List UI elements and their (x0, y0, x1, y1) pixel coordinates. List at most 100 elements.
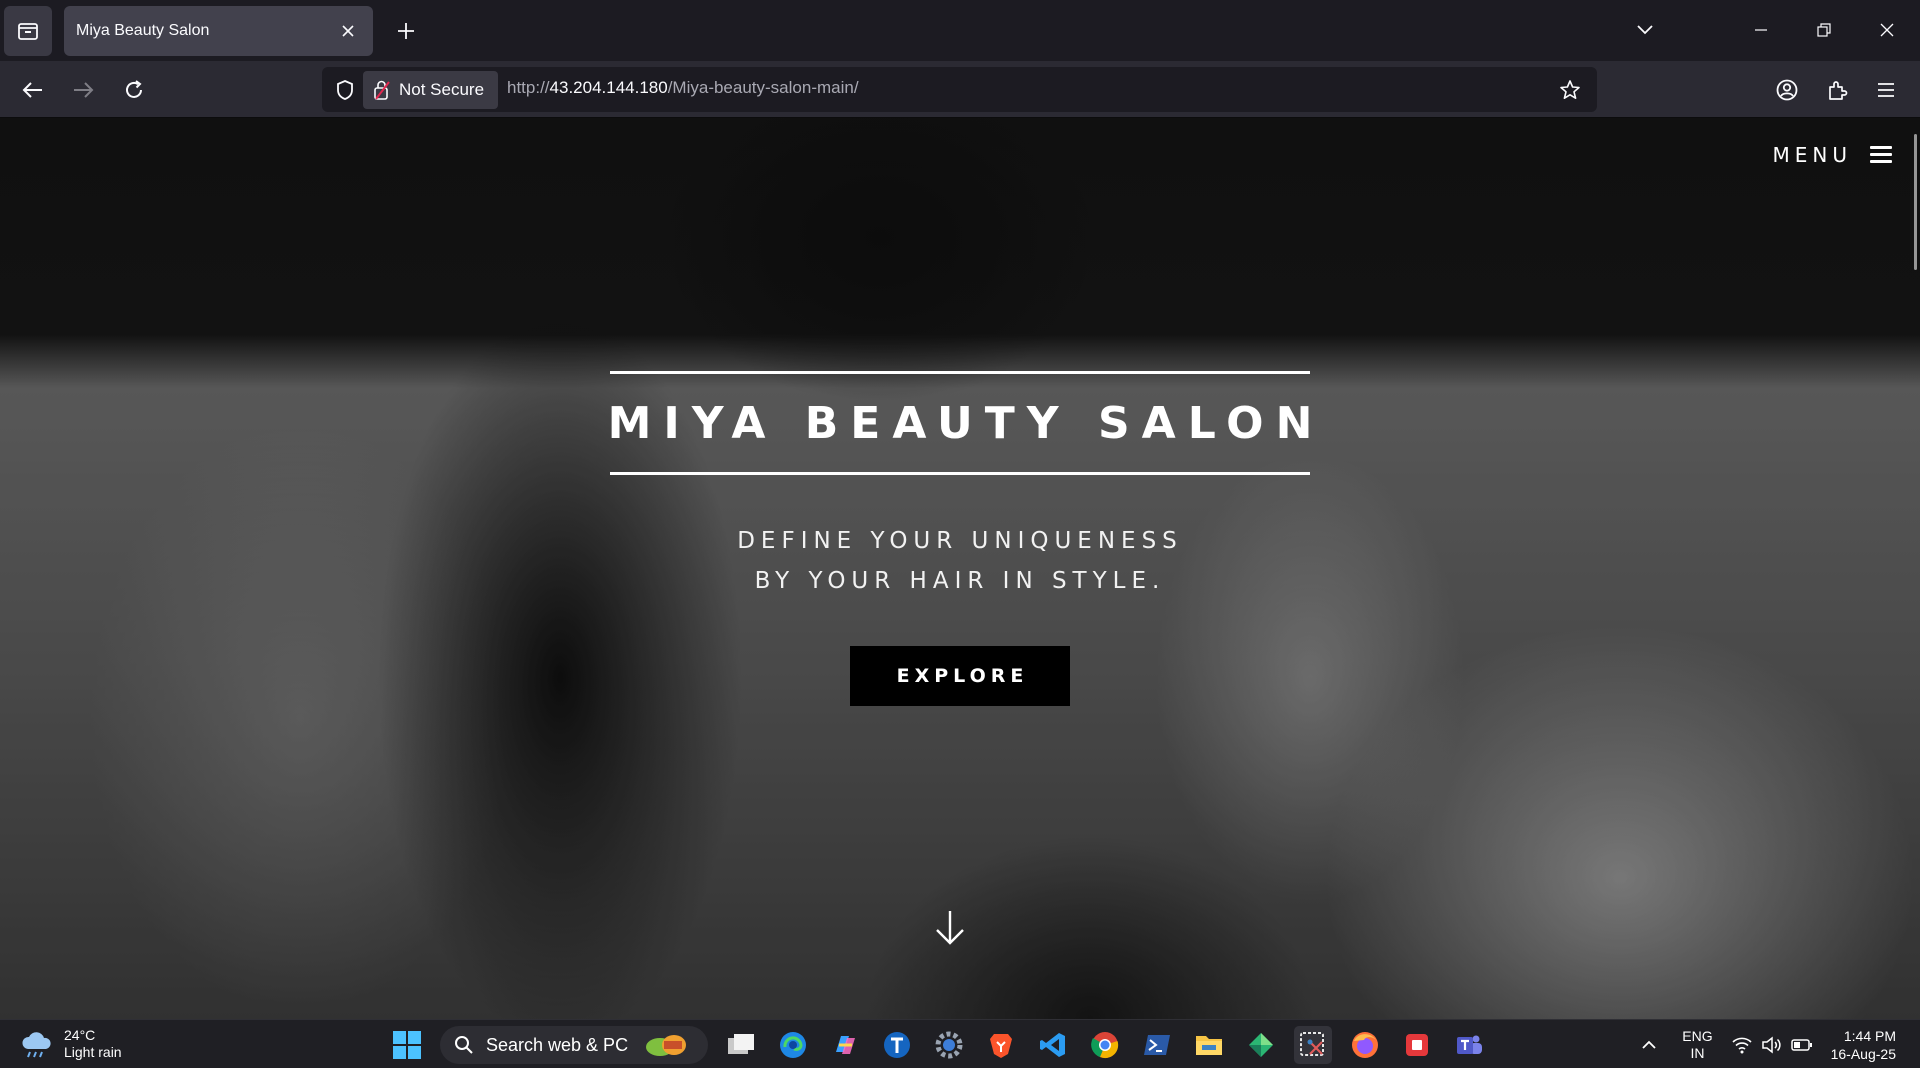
page-viewport: MENU MIYA BEAUTY SALON DEFINE YOUR UNIQU… (0, 118, 1920, 1019)
restore-icon (1817, 23, 1831, 37)
minimize-button[interactable] (1739, 10, 1783, 50)
task-view-button[interactable] (722, 1026, 760, 1064)
folder-icon (1196, 1036, 1222, 1055)
vscode-button[interactable] (1034, 1026, 1072, 1064)
rain-cloud-icon (22, 1032, 51, 1058)
url-prefix: http:// (507, 78, 550, 97)
reload-icon (126, 80, 142, 98)
tab-strip: Miya Beauty Salon (0, 0, 1920, 61)
t-app-icon (884, 1032, 910, 1058)
language-code: ENG (1682, 1028, 1713, 1044)
vscode-icon (1040, 1033, 1065, 1057)
wifi-icon[interactable] (1731, 1036, 1753, 1054)
arrow-down-icon (936, 911, 964, 945)
search-icon (455, 1036, 473, 1054)
teams-button[interactable] (1450, 1026, 1488, 1064)
t-app-button[interactable] (878, 1026, 916, 1064)
edge-button[interactable] (774, 1026, 812, 1064)
site-menu-button[interactable]: MENU (1772, 142, 1892, 167)
bookmark-button[interactable] (1555, 75, 1585, 105)
input-language-button[interactable]: ENG IN (1682, 1028, 1712, 1062)
firefox-view-button[interactable] (4, 6, 52, 56)
chrome-button[interactable] (1086, 1026, 1124, 1064)
snipping-tool-button[interactable] (1294, 1026, 1332, 1064)
clock-time: 1:44 PM (1843, 1028, 1896, 1044)
clock[interactable]: 1:44 PM 16-Aug-25 (1831, 1027, 1896, 1063)
volume-icon[interactable] (1761, 1036, 1783, 1054)
chevron-down-icon (1637, 25, 1653, 35)
system-tray: ENG IN 1:44 PM 16-Aug-25 (1630, 1024, 1920, 1066)
firefox-button[interactable] (1346, 1026, 1384, 1064)
hero-title: MIYA BEAUTY SALON (607, 397, 1325, 449)
app-menu-button[interactable] (1867, 71, 1905, 109)
extensions-button[interactable] (1818, 71, 1856, 109)
site-security-indicator[interactable]: Not Secure (363, 71, 498, 109)
powershell-icon (1144, 1035, 1170, 1055)
menu-label: MENU (1772, 142, 1852, 167)
url-path: /Miya-beauty-salon-main/ (667, 78, 859, 97)
copilot-button[interactable] (826, 1026, 864, 1064)
task-view-icon (728, 1034, 754, 1054)
navigation-toolbar: Not Secure http://43.204.144.180/Miya-be… (0, 61, 1920, 118)
clock-date: 16-Aug-25 (1830, 1046, 1896, 1062)
close-icon (1880, 23, 1894, 37)
minimize-icon (1755, 29, 1767, 31)
reload-button[interactable] (115, 71, 153, 109)
chevron-up-icon (1642, 1040, 1656, 1049)
tab-close-button[interactable] (335, 18, 361, 44)
taskbar-search[interactable]: Search web & PC (440, 1026, 708, 1064)
star-icon (1560, 80, 1580, 99)
tab-title: Miya Beauty Salon (76, 22, 210, 39)
weather-widget[interactable]: 24°C Light rain (20, 1027, 122, 1061)
presentation-icon (1406, 1034, 1428, 1056)
powershell-button[interactable] (1138, 1026, 1176, 1064)
widgets-highlight-icon (646, 1035, 687, 1056)
scroll-down-button[interactable] (933, 908, 967, 948)
windows-start-icon (393, 1031, 421, 1059)
url-host: 43.204.144.180 (549, 78, 668, 97)
security-label: Not Secure (399, 80, 485, 99)
tracking-protection-button[interactable] (330, 75, 360, 105)
brave-icon (990, 1034, 1012, 1058)
file-explorer-button[interactable] (1190, 1026, 1228, 1064)
chrome-icon (1091, 1032, 1119, 1059)
presentation-app-button[interactable] (1398, 1026, 1436, 1064)
account-button[interactable] (1768, 71, 1806, 109)
firefox-icon (1352, 1032, 1378, 1058)
back-button[interactable] (14, 71, 52, 109)
teams-icon (1457, 1035, 1482, 1054)
brave-button[interactable] (982, 1026, 1020, 1064)
list-all-tabs-button[interactable] (1623, 10, 1667, 50)
close-icon (342, 25, 354, 37)
active-tab[interactable]: Miya Beauty Salon (64, 6, 373, 56)
copilot-icon (836, 1036, 855, 1054)
language-region: IN (1690, 1045, 1705, 1061)
new-tab-button[interactable] (389, 14, 423, 48)
insecure-lock-icon (374, 80, 390, 100)
menu-icon (1870, 142, 1892, 167)
explore-button[interactable]: EXPLORE (850, 646, 1070, 706)
url-text[interactable]: http://43.204.144.180/Miya-beauty-salon-… (507, 78, 859, 98)
shield-icon (337, 80, 353, 100)
firefox-view-icon (18, 23, 38, 40)
edge-icon (780, 1032, 806, 1058)
account-icon (1776, 79, 1798, 101)
restore-button[interactable] (1802, 10, 1846, 50)
store-button[interactable] (1242, 1026, 1280, 1064)
tagline-line-1: DEFINE YOUR UNIQUENESS (737, 528, 1183, 554)
taskbar-apps: Search web & PC (388, 1025, 1488, 1065)
tagline-line-2: BY YOUR HAIR IN STYLE. (754, 568, 1166, 594)
close-window-button[interactable] (1865, 10, 1909, 50)
address-bar[interactable]: Not Secure http://43.204.144.180/Miya-be… (322, 67, 1597, 112)
forward-button[interactable] (64, 71, 102, 109)
plus-icon (398, 23, 414, 39)
show-hidden-icons-button[interactable] (1630, 1026, 1668, 1064)
battery-icon[interactable] (1790, 1038, 1813, 1052)
settings-button[interactable] (930, 1026, 968, 1064)
weather-temperature: 24°C (64, 1027, 96, 1043)
snipping-tool-icon (1300, 1032, 1324, 1056)
hero-title-box: MIYA BEAUTY SALON (608, 371, 1312, 475)
page-scrollbar[interactable] (1914, 134, 1917, 270)
arrow-right-icon (74, 82, 94, 98)
start-button[interactable] (388, 1026, 426, 1064)
